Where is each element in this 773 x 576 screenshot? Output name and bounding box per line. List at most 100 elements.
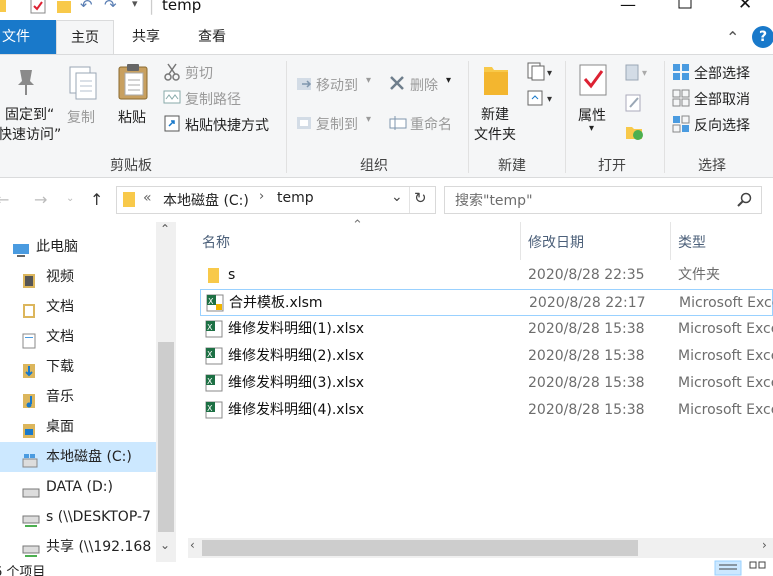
address-bar[interactable]: « 本地磁盘 (C:) › temp ⌄ ↻ xyxy=(116,186,436,214)
list-item[interactable]: X 维修发料明细(1).xlsx 2020/8/28 15:38 Microso… xyxy=(200,316,773,343)
undo-icon[interactable]: ↶ xyxy=(80,0,93,14)
file-date: 2020/8/28 15:38 xyxy=(528,321,645,337)
nav-item-documents[interactable]: 文档 xyxy=(0,292,156,322)
search-icon xyxy=(737,192,753,212)
horizontal-scrollbar[interactable]: ‹ › xyxy=(188,538,773,558)
delete-button[interactable]: 删除 xyxy=(410,75,438,95)
open-icon[interactable]: ▾ xyxy=(624,63,654,87)
nav-item-music[interactable]: 音乐 xyxy=(0,382,156,412)
nav-item-label: s (\\DESKTOP-7 xyxy=(46,509,151,525)
edit-icon[interactable] xyxy=(624,93,644,117)
nav-item-network-share[interactable]: 共享 (\\192.168 xyxy=(0,532,156,562)
folder-icon xyxy=(0,0,8,17)
select-none-button[interactable]: 全部取消 xyxy=(694,89,750,109)
svg-text:X: X xyxy=(207,323,213,332)
close-button[interactable]: ✕ xyxy=(738,0,752,14)
list-item[interactable]: X 维修发料明细(3).xlsx 2020/8/28 15:38 Microso… xyxy=(200,370,773,397)
copy-button[interactable]: 复制 xyxy=(67,107,95,127)
paste-shortcut-button[interactable]: 粘贴快捷方式 xyxy=(185,115,269,135)
group-new-label: 新建 xyxy=(498,158,526,174)
up-arrow-icon[interactable]: ↑ xyxy=(90,190,103,209)
file-name: 合并模板.xlsm xyxy=(229,295,323,311)
recent-dropdown-icon[interactable]: ⌄ xyxy=(66,193,74,204)
column-divider[interactable] xyxy=(520,222,521,260)
maximize-button[interactable] xyxy=(678,0,692,13)
tab-file[interactable]: 文件 xyxy=(0,20,56,54)
refresh-icon[interactable]: ↻ xyxy=(414,189,427,207)
nav-item-videos[interactable]: 视频 xyxy=(0,262,156,292)
tab-share[interactable]: 共享 xyxy=(118,20,174,54)
history-icon[interactable] xyxy=(624,121,646,147)
ribbon-collapse-icon[interactable]: ⌃ xyxy=(726,28,739,47)
address-dropdown-icon[interactable]: ⌄ xyxy=(391,189,403,205)
tab-home[interactable]: 主页 xyxy=(56,20,114,54)
column-header-name[interactable]: 名称 xyxy=(202,232,230,252)
file-name: 维修发料明细(1).xlsx xyxy=(228,321,365,337)
nav-item-network-s[interactable]: s (\\DESKTOP-7 xyxy=(0,502,156,532)
column-divider[interactable] xyxy=(670,222,671,260)
copy-to-button[interactable]: 复制到 xyxy=(316,114,358,134)
help-icon[interactable]: ? xyxy=(752,26,773,48)
move-to-button[interactable]: 移动到 xyxy=(316,75,358,95)
scroll-up-icon[interactable]: ⌃ xyxy=(160,222,170,236)
breadcrumb-folder[interactable]: temp xyxy=(277,190,314,206)
column-header-type[interactable]: 类型 xyxy=(678,232,706,252)
list-item[interactable]: X 维修发料明细(2).xlsx 2020/8/28 15:38 Microso… xyxy=(200,343,773,370)
breadcrumb-overflow[interactable]: « xyxy=(143,190,152,206)
forward-arrow-icon[interactable]: → xyxy=(34,190,47,209)
navigation-pane: 此电脑 视频 文档 文档 下载 音乐 桌面 本地磁盘 (C:) DATA (D:… xyxy=(0,222,176,562)
rename-button[interactable]: 重命名 xyxy=(410,114,452,134)
nav-item-documents[interactable]: 文档 xyxy=(0,322,156,352)
paste-button[interactable]: 粘贴 xyxy=(118,107,146,127)
ribbon-tabs: 文件 主页 共享 查看 ⌃ ? xyxy=(0,20,773,54)
nav-item-drive-c[interactable]: 本地磁盘 (C:) xyxy=(0,442,156,472)
svg-text:X: X xyxy=(207,350,213,359)
file-date: 2020/8/28 15:38 xyxy=(528,375,645,391)
properties-check-icon[interactable] xyxy=(30,0,46,18)
pin-quick-access-button[interactable]: 固定到“ 快速访问” xyxy=(0,105,61,145)
invert-selection-button[interactable]: 反向选择 xyxy=(694,115,750,135)
nav-item-drive-d[interactable]: DATA (D:) xyxy=(0,472,156,502)
nav-item-desktop[interactable]: 桌面 xyxy=(0,412,156,442)
large-icons-view-icon[interactable] xyxy=(746,560,770,576)
redo-icon[interactable]: ↷ xyxy=(104,0,117,14)
details-view-icon[interactable] xyxy=(714,560,742,576)
new-folder-label-line1: 新建 xyxy=(481,107,509,123)
scroll-right-icon[interactable]: › xyxy=(762,538,767,552)
new-folder-icon xyxy=(482,63,510,101)
folder-icon[interactable] xyxy=(56,0,72,18)
new-item-icon[interactable]: ▾ xyxy=(526,61,556,87)
file-date: 2020/8/28 15:38 xyxy=(528,402,645,418)
tab-view[interactable]: 查看 xyxy=(184,20,240,54)
minimize-button[interactable]: — xyxy=(620,0,636,14)
easy-access-icon[interactable]: ▾ xyxy=(526,87,556,113)
back-arrow-icon[interactable]: ← xyxy=(0,190,9,209)
search-box[interactable]: 搜索"temp" xyxy=(444,186,762,214)
computer-icon xyxy=(12,240,29,257)
scroll-left-icon[interactable]: ‹ xyxy=(190,538,195,552)
list-item[interactable]: X 维修发料明细(4).xlsx 2020/8/28 15:38 Microso… xyxy=(200,397,773,424)
breadcrumb-drive[interactable]: 本地磁盘 (C:) xyxy=(163,190,249,210)
list-item[interactable]: s 2020/8/28 22:35 文件夹 xyxy=(200,262,773,289)
copy-path-button[interactable]: 复制路径 xyxy=(185,89,241,109)
search-input[interactable]: 搜索"temp" xyxy=(455,190,533,210)
scroll-down-icon[interactable]: ⌄ xyxy=(160,538,170,552)
file-name: s xyxy=(228,267,236,283)
nav-item-this-pc[interactable]: 此电脑 xyxy=(0,232,156,262)
nav-item-downloads[interactable]: 下载 xyxy=(0,352,156,382)
list-item[interactable]: X 合并模板.xlsm 2020/8/28 22:17 Microsoft Ex… xyxy=(200,289,773,316)
cut-button[interactable]: 剪切 xyxy=(185,63,213,83)
select-all-button[interactable]: 全部选择 xyxy=(694,63,750,83)
new-folder-button[interactable]: 新建 文件夹 xyxy=(474,105,516,145)
nav-scrollbar-thumb[interactable] xyxy=(158,342,174,532)
breadcrumb-chevron-icon[interactable]: › xyxy=(259,189,264,204)
chevron-down-icon: ▾ xyxy=(589,123,595,134)
properties-button[interactable]: 属性 xyxy=(578,105,606,125)
network-drive-icon xyxy=(22,540,40,557)
ribbon-separator xyxy=(286,61,287,173)
horizontal-scrollbar-thumb[interactable] xyxy=(202,540,638,556)
svg-text:X: X xyxy=(208,297,214,306)
group-select-label: 选择 xyxy=(698,158,726,174)
column-header-date[interactable]: 修改日期 xyxy=(528,232,584,252)
customize-dropdown-icon[interactable]: ▾ xyxy=(132,0,138,10)
